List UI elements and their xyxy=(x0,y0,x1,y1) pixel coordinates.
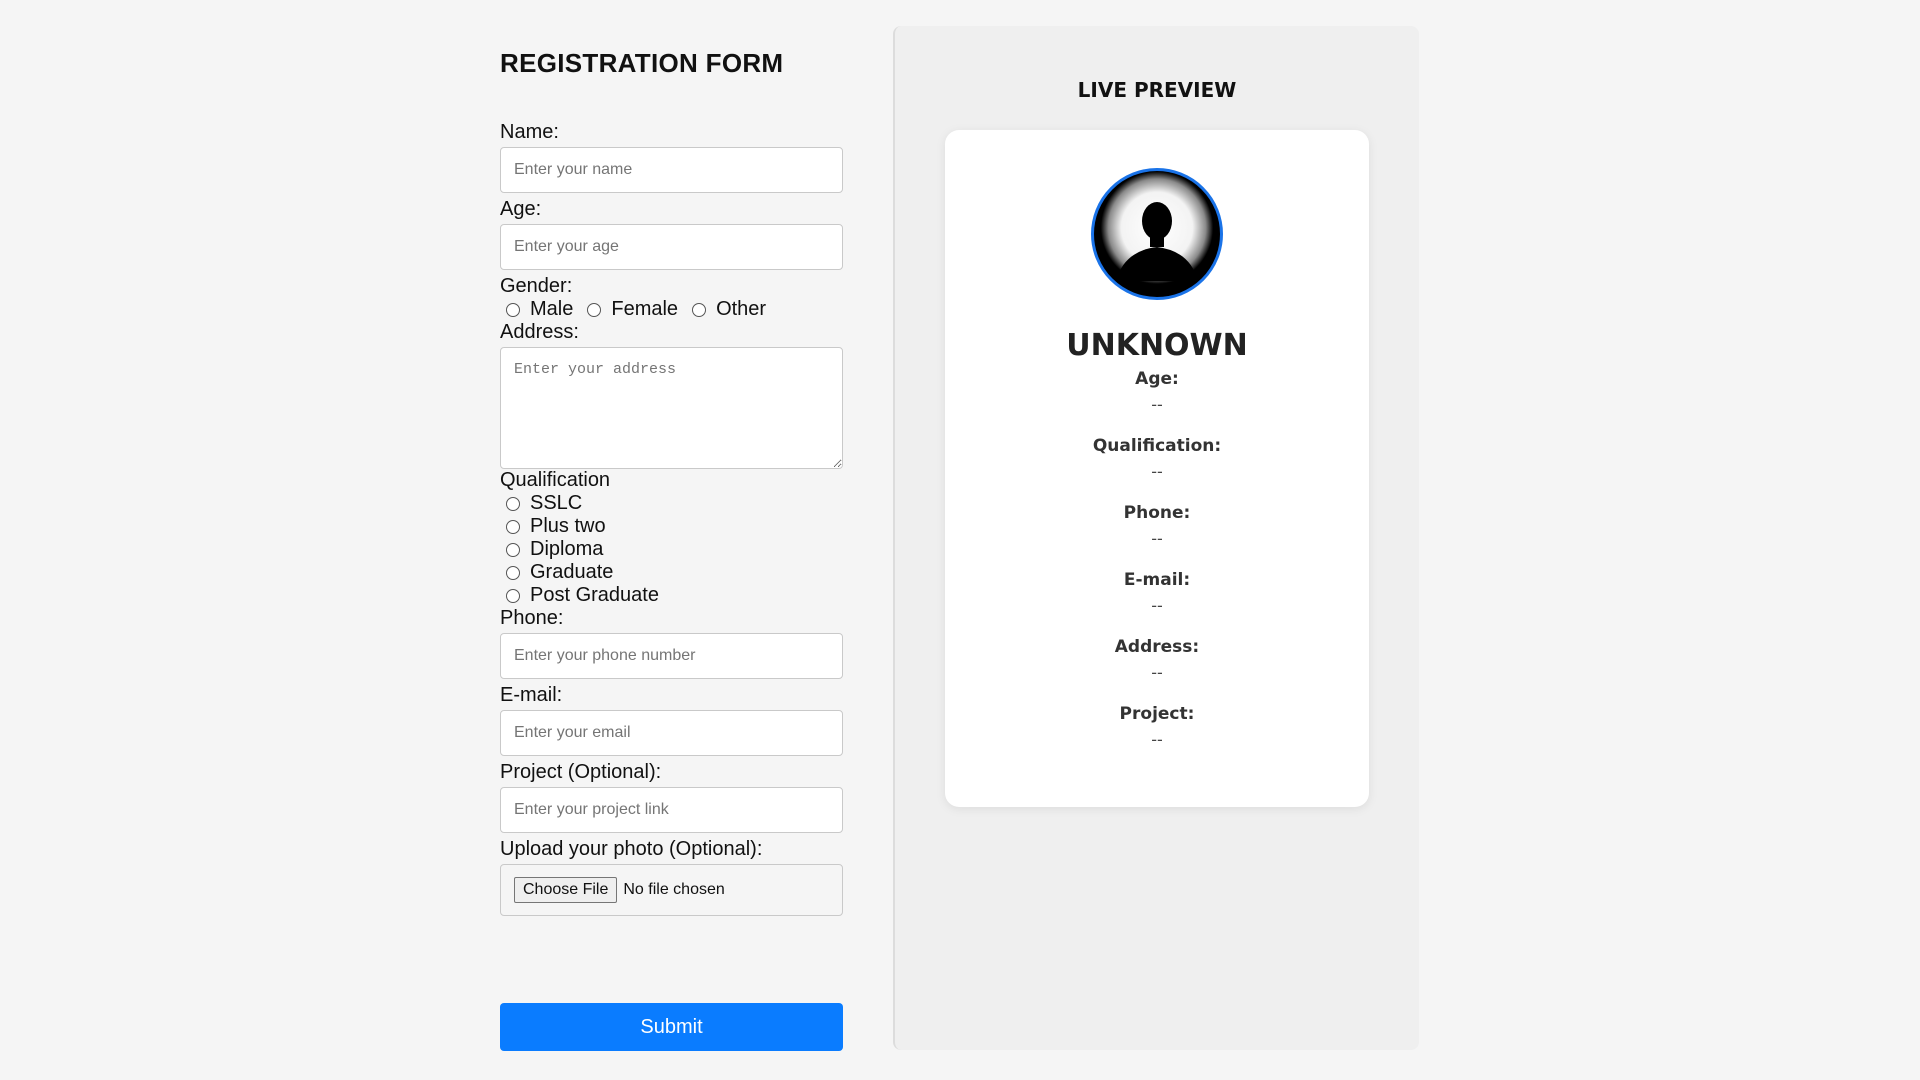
photo-label: Upload your photo (Optional): xyxy=(500,838,763,860)
qualification-diploma-label: Diploma xyxy=(530,538,604,560)
age-input[interactable] xyxy=(500,224,843,270)
qualification-sslc-label: SSLC xyxy=(530,492,583,514)
profile-card: UNKNOWN Age: -- Qualification: -- Phone:… xyxy=(945,130,1369,807)
qualification-post-graduate-radio[interactable] xyxy=(506,588,520,603)
qualification-post-graduate-label: Post Graduate xyxy=(530,584,659,606)
qualification-graduate-label: Graduate xyxy=(530,561,614,583)
preview-qualification-value: -- xyxy=(1151,462,1163,481)
preview-qualification-label: Qualification: xyxy=(1092,436,1222,456)
gender-option-other[interactable]: Other xyxy=(686,298,766,321)
gender-male-label: Male xyxy=(530,298,574,320)
project-label: Project (Optional): xyxy=(500,761,662,783)
qualification-plus-two-label: Plus two xyxy=(530,515,606,537)
gender-female-radio[interactable] xyxy=(587,302,602,317)
preview-project-label: Project: xyxy=(1119,704,1195,724)
qualification-option-diploma[interactable]: Diploma xyxy=(500,538,843,561)
qualification-option-sslc[interactable]: SSLC xyxy=(500,492,843,515)
preview-title: LIVE PREVIEW xyxy=(1077,78,1237,102)
gender-label: Gender: xyxy=(500,275,573,297)
qualification-diploma-radio[interactable] xyxy=(506,542,520,557)
gender-female-label: Female xyxy=(611,298,679,320)
phone-input[interactable] xyxy=(500,633,843,679)
name-input[interactable] xyxy=(500,147,843,193)
user-silhouette-icon xyxy=(1091,168,1223,300)
photo-file-input[interactable]: Choose File No file chosen xyxy=(500,864,843,916)
form-title: REGISTRATION FORM xyxy=(500,48,784,78)
live-preview-panel: LIVE PREVIEW UNKNOWN Age: -- Qualificati… xyxy=(893,26,1419,1050)
file-status: No file chosen xyxy=(623,881,725,898)
project-input[interactable] xyxy=(500,787,843,833)
qualification-plus-two-radio[interactable] xyxy=(506,519,520,534)
preview-email-label: E-mail: xyxy=(1123,570,1191,590)
submit-button[interactable]: Submit xyxy=(500,1003,843,1051)
gender-option-male[interactable]: Male xyxy=(500,298,573,321)
name-label: Name: xyxy=(500,121,559,143)
choose-file-button[interactable]: Choose File xyxy=(514,877,618,903)
gender-option-female[interactable]: Female xyxy=(581,298,678,321)
preview-address-value: -- xyxy=(1151,663,1163,682)
qualification-label: Qualification xyxy=(500,469,611,491)
preview-email-value: -- xyxy=(1151,596,1163,615)
qualification-option-graduate[interactable]: Graduate xyxy=(500,561,843,584)
qualification-option-post-graduate[interactable]: Post Graduate xyxy=(500,584,843,607)
qualification-sslc-radio[interactable] xyxy=(506,496,520,511)
preview-address-label: Address: xyxy=(1114,637,1200,657)
gender-male-radio[interactable] xyxy=(506,302,520,317)
gender-other-radio[interactable] xyxy=(692,302,707,317)
gender-other-label: Other xyxy=(716,298,767,320)
gender-options: Male Female Other xyxy=(500,298,843,321)
age-label: Age: xyxy=(500,198,542,220)
preview-fields: Age: -- Qualification: -- Phone: -- E-ma… xyxy=(945,366,1369,768)
email-input[interactable] xyxy=(500,710,843,756)
qualification-graduate-radio[interactable] xyxy=(506,565,520,580)
preview-age-value: -- xyxy=(1151,395,1163,414)
email-label: E-mail: xyxy=(500,684,563,706)
registration-form: REGISTRATION FORM Name: Age: Gender: Mal… xyxy=(500,36,843,916)
phone-label: Phone: xyxy=(500,607,564,629)
preview-phone-label: Phone: xyxy=(1123,503,1191,523)
preview-phone-value: -- xyxy=(1151,529,1163,548)
address-textarea[interactable] xyxy=(500,347,843,469)
address-label: Address: xyxy=(500,321,579,343)
qualification-options: SSLC Plus two Diploma Graduate Post Grad… xyxy=(500,492,843,607)
preview-name: UNKNOWN xyxy=(1066,328,1248,363)
preview-project-value: -- xyxy=(1151,730,1163,749)
preview-age-label: Age: xyxy=(1135,369,1179,389)
qualification-option-plus-two[interactable]: Plus two xyxy=(500,515,843,538)
